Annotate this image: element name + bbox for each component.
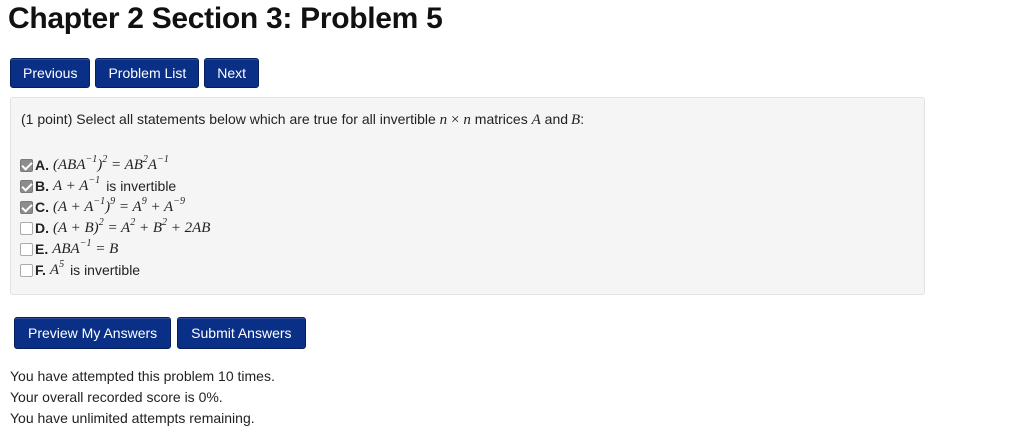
choice-letter: C. bbox=[35, 199, 49, 215]
problem-list-button[interactable]: Problem List bbox=[95, 58, 200, 88]
colon-text: : bbox=[580, 111, 585, 127]
problem-prompt: (1 point) Select all statements below wh… bbox=[21, 111, 584, 129]
choice-f[interactable]: F. A5 is invertible bbox=[20, 258, 210, 280]
page-title: Chapter 2 Section 3: Problem 5 bbox=[8, 2, 443, 35]
choice-letter: D. bbox=[35, 220, 49, 236]
choice-list: A. (ABA−1)2 = AB2A−1 B. A + A−1 is inver… bbox=[20, 153, 211, 281]
remaining-text: You have unlimited attempts remaining. bbox=[10, 410, 255, 426]
math-B: B bbox=[571, 112, 581, 128]
problem-panel: (1 point) Select all statements below wh… bbox=[10, 97, 925, 295]
matrices-text: matrices bbox=[474, 111, 528, 127]
attempts-text: You have attempted this problem 10 times… bbox=[10, 368, 275, 384]
choice-f-checkbox[interactable] bbox=[20, 263, 33, 277]
choice-c[interactable]: C. (A + A−1)9 = A9 + A−9 bbox=[20, 195, 210, 217]
choice-a[interactable]: A. (ABA−1)2 = AB2A−1 bbox=[20, 153, 210, 175]
and-text: and bbox=[544, 111, 569, 127]
math-n: n bbox=[439, 112, 448, 128]
math-times: × bbox=[451, 112, 460, 128]
choice-b-text: is invertible bbox=[106, 178, 177, 194]
submit-answers-button[interactable]: Submit Answers bbox=[177, 317, 306, 349]
problem-nav: Previous Problem List Next bbox=[10, 58, 260, 88]
choice-e-checkbox[interactable] bbox=[20, 242, 33, 256]
choice-a-math: (ABA−1)2 = AB2A−1 bbox=[53, 153, 169, 173]
math-A: A bbox=[531, 112, 541, 128]
score-text: Your overall recorded score is 0%. bbox=[10, 389, 223, 405]
choice-a-checkbox[interactable] bbox=[20, 158, 33, 172]
choice-b[interactable]: B. A + A−1 is invertible bbox=[20, 174, 210, 196]
choice-f-text: is invertible bbox=[70, 262, 141, 278]
preview-answers-button[interactable]: Preview My Answers bbox=[14, 317, 172, 349]
choice-letter: F. bbox=[35, 262, 46, 278]
choice-d-math: (A + B)2 = A2 + B2 + 2AB bbox=[53, 216, 211, 236]
math-n2: n bbox=[463, 112, 471, 128]
choice-b-math: A + A−1 bbox=[53, 174, 101, 194]
attempt-status: You have attempted this problem 10 times… bbox=[10, 366, 275, 429]
choice-letter: B. bbox=[35, 178, 49, 194]
choice-d-checkbox[interactable] bbox=[20, 221, 33, 235]
choice-e-math: ABA−1 = B bbox=[52, 237, 119, 257]
choice-c-checkbox[interactable] bbox=[20, 200, 33, 214]
choice-letter: E. bbox=[35, 241, 49, 257]
previous-button[interactable]: Previous bbox=[10, 58, 91, 88]
prompt-text: Select all statements below which are tr… bbox=[76, 111, 436, 127]
choice-d[interactable]: D. (A + B)2 = A2 + B2 + 2AB bbox=[20, 216, 211, 238]
next-button[interactable]: Next bbox=[204, 58, 260, 88]
choice-letter: A. bbox=[35, 157, 49, 173]
choice-c-math: (A + A−1)9 = A9 + A−9 bbox=[53, 195, 185, 215]
choice-e[interactable]: E. ABA−1 = B bbox=[20, 237, 210, 259]
answer-actions: Preview My Answers Submit Answers bbox=[14, 317, 306, 349]
choice-b-checkbox[interactable] bbox=[20, 179, 33, 193]
points-label: (1 point) bbox=[21, 111, 73, 127]
choice-f-math: A5 bbox=[49, 258, 65, 278]
